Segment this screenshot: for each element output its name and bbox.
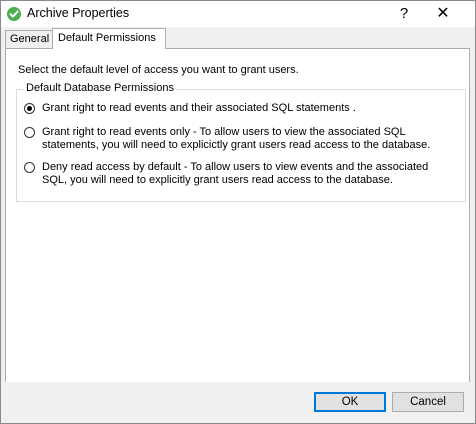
close-button[interactable]: ✕	[428, 3, 458, 25]
option-label[interactable]: Grant right to read events only - To all…	[42, 126, 442, 152]
title-bar: Archive Properties ? ✕	[1, 1, 475, 27]
group-title: Default Database Permissions	[24, 82, 176, 94]
dialog-button-bar: OK Cancel	[1, 382, 475, 423]
intro-text: Select the default level of access you w…	[18, 64, 299, 76]
radio-button[interactable]	[24, 162, 35, 173]
default-database-permissions-group: Default Database Permissions Grant right…	[16, 82, 466, 202]
default-permissions-panel: Select the default level of access you w…	[5, 48, 470, 383]
green-check-circle-icon	[7, 7, 21, 21]
option-label[interactable]: Deny read access by default - To allow u…	[42, 161, 442, 187]
window-title: Archive Properties	[27, 6, 130, 20]
archive-properties-dialog: Archive Properties ? ✕ General Default P…	[0, 0, 476, 424]
cancel-button[interactable]: Cancel	[392, 392, 464, 412]
help-button[interactable]: ?	[389, 3, 419, 25]
tab-default-permissions[interactable]: Default Permissions	[52, 28, 166, 49]
tab-general[interactable]: General	[5, 30, 55, 48]
radio-button-selected[interactable]	[24, 103, 35, 114]
ok-button[interactable]: OK	[314, 392, 386, 412]
radio-button[interactable]	[24, 127, 35, 138]
option-label[interactable]: Grant right to read events and their ass…	[42, 102, 442, 115]
